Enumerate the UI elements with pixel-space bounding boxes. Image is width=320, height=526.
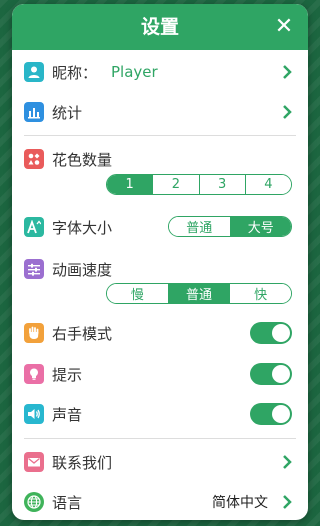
- chevron-right-icon: [282, 105, 292, 119]
- suits-selector: 1 2 3 4: [106, 174, 292, 195]
- envelope-icon: [24, 452, 44, 472]
- toggle-knob: [272, 365, 290, 383]
- font-size-icon: [24, 217, 44, 237]
- anim-speed-fast[interactable]: 快: [229, 284, 291, 303]
- right-hand-label: 右手模式: [52, 324, 113, 343]
- suits-option-2[interactable]: 2: [152, 175, 199, 194]
- suits-option-3[interactable]: 3: [198, 175, 245, 194]
- settings-dialog: 设置 ✕ 昵称： Player 统计 花色数量 1 2 3 4 字体大小 普通 …: [12, 4, 308, 520]
- sound-row: 声音: [24, 397, 296, 431]
- contact-row[interactable]: 联系我们: [24, 445, 296, 479]
- bar-chart-icon: [24, 102, 44, 122]
- language-value: 简体中文: [212, 495, 268, 511]
- close-button[interactable]: ✕: [270, 13, 298, 41]
- stats-row[interactable]: 统计: [24, 95, 296, 129]
- anim-speed-row: 动画速度: [24, 252, 296, 286]
- chevron-right-icon: [282, 65, 292, 79]
- dialog-title: 设置: [140, 16, 179, 38]
- hints-row: 提示: [24, 357, 296, 391]
- hand-icon: [24, 323, 44, 343]
- anim-speed-label: 动画速度: [52, 260, 113, 279]
- anim-speed-slow[interactable]: 慢: [107, 284, 168, 303]
- suits-option-1[interactable]: 1: [107, 175, 153, 194]
- hints-toggle[interactable]: [250, 363, 292, 385]
- font-size-label: 字体大小: [52, 218, 113, 237]
- language-label: 语言: [52, 493, 83, 512]
- dialog-header: 设置 ✕: [12, 4, 308, 50]
- right-hand-row: 右手模式: [24, 316, 296, 350]
- divider: [24, 438, 296, 439]
- card-suits-icon: [24, 149, 44, 169]
- sliders-icon: [24, 259, 44, 279]
- anim-speed-normal[interactable]: 普通: [167, 284, 230, 303]
- font-size-large[interactable]: 大号: [229, 217, 291, 236]
- stats-label: 统计: [52, 103, 83, 122]
- language-row[interactable]: 语言 简体中文: [24, 485, 296, 519]
- nickname-row[interactable]: 昵称： Player: [24, 55, 296, 89]
- globe-icon: [24, 492, 44, 512]
- divider: [24, 135, 296, 136]
- font-size-selector: 普通 大号: [168, 216, 292, 237]
- suits-row: 花色数量: [24, 142, 296, 176]
- contact-label: 联系我们: [52, 453, 113, 472]
- speaker-icon: [24, 404, 44, 424]
- toggle-knob: [272, 405, 290, 423]
- chevron-right-icon: [282, 455, 292, 469]
- person-icon: [24, 62, 44, 82]
- nickname-value: Player: [111, 63, 158, 81]
- nickname-label: 昵称：: [52, 63, 98, 82]
- suits-label: 花色数量: [52, 150, 113, 169]
- toggle-knob: [272, 324, 290, 342]
- chevron-right-icon: [282, 495, 292, 509]
- right-hand-toggle[interactable]: [250, 322, 292, 344]
- sound-label: 声音: [52, 405, 83, 424]
- lightbulb-icon: [24, 364, 44, 384]
- suits-option-4[interactable]: 4: [244, 175, 291, 194]
- anim-speed-selector: 慢 普通 快: [106, 283, 292, 304]
- font-size-normal[interactable]: 普通: [169, 217, 230, 236]
- hints-label: 提示: [52, 365, 83, 384]
- sound-toggle[interactable]: [250, 403, 292, 425]
